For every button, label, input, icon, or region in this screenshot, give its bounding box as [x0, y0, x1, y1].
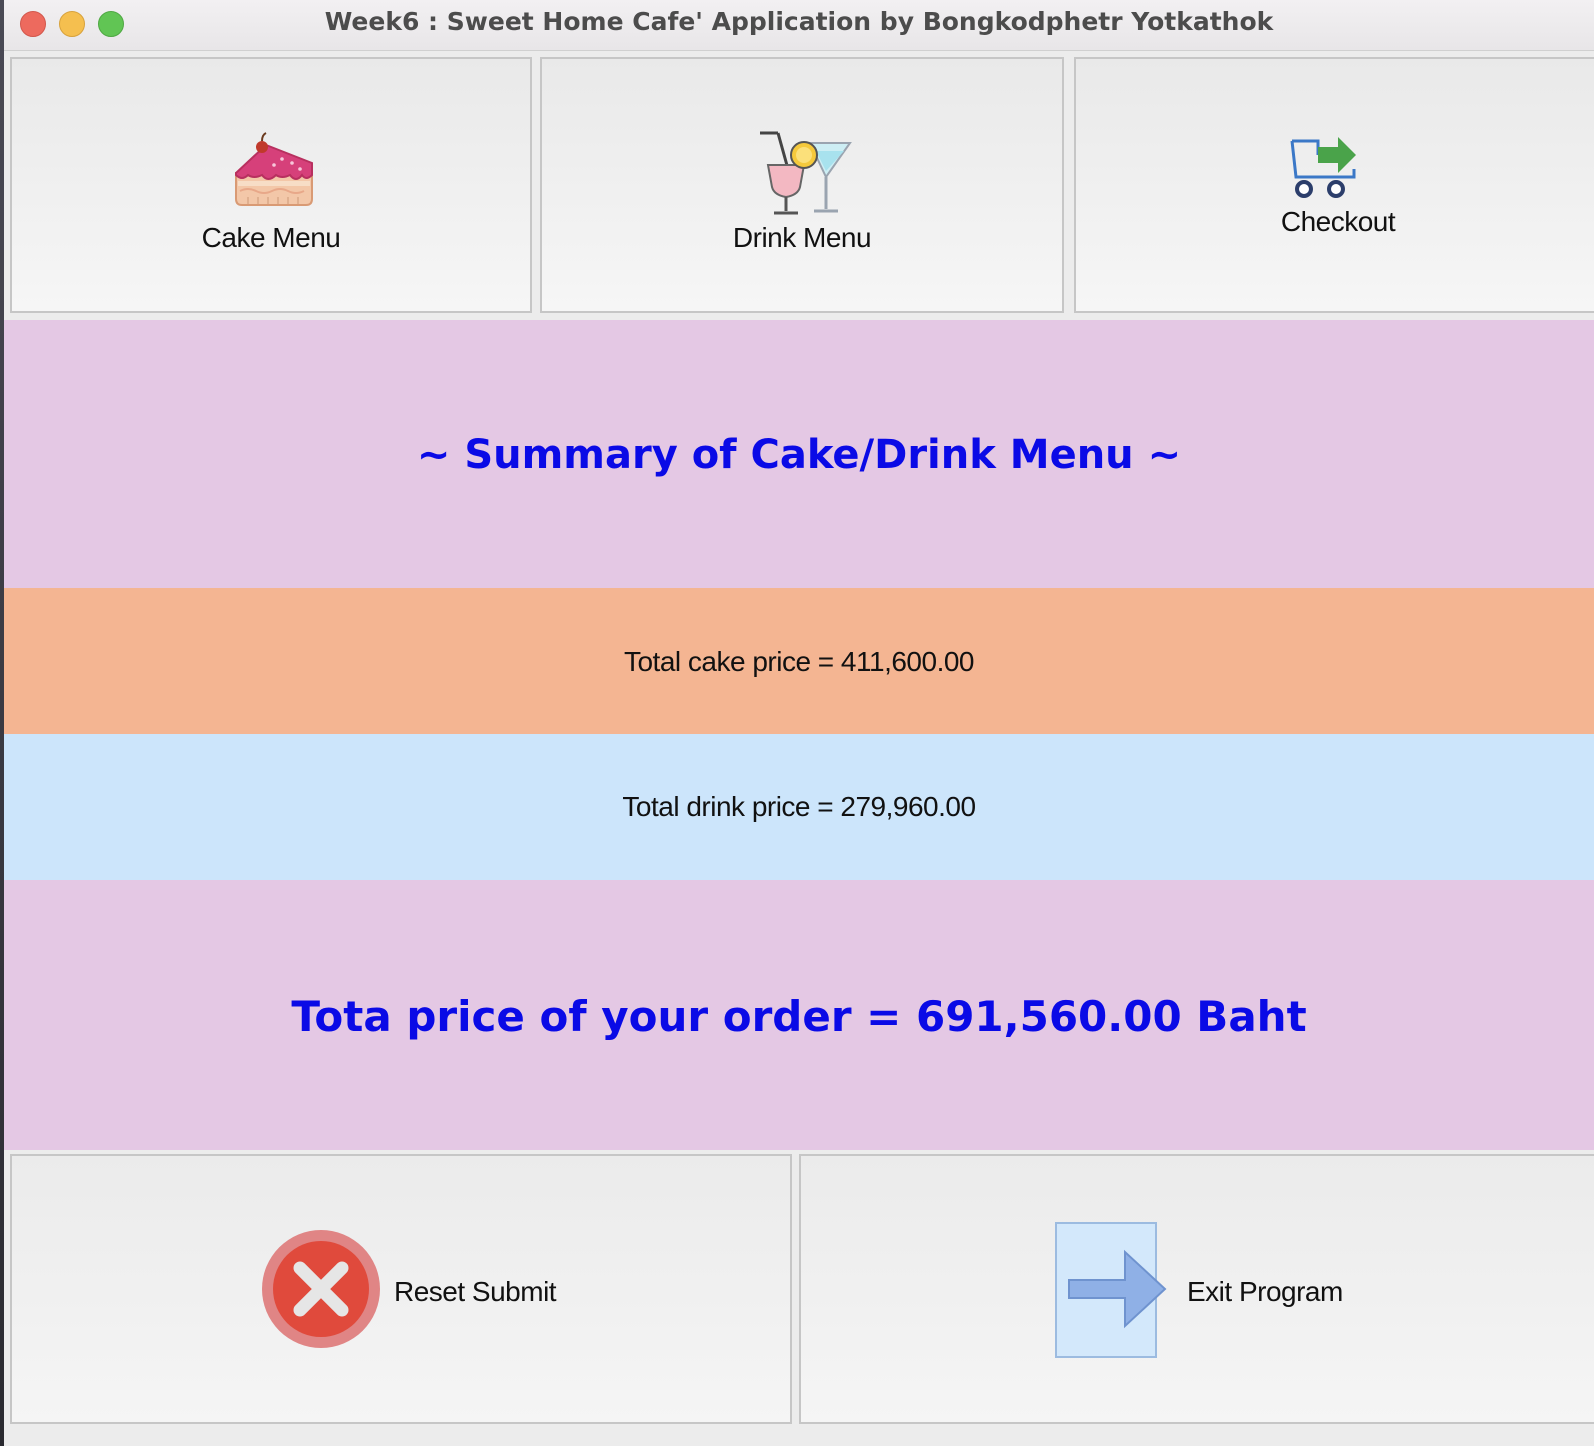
drink-total-panel: Total drink price = 279,960.00: [4, 734, 1594, 880]
cake-total-panel: Total cake price = 411,600.00: [4, 588, 1594, 734]
arrow-right-icon: [1055, 1222, 1167, 1358]
exit-program-label: Exit Program: [1187, 1276, 1343, 1307]
order-total-panel: Tota price of your order = 691,560.00 Ba…: [4, 880, 1594, 1150]
app-window: Week6 : Sweet Home Cafe' Application by …: [4, 0, 1594, 1446]
cake-slice-icon: [235, 132, 313, 206]
cart-checkout-icon: [1290, 137, 1356, 198]
summary-heading-panel: ~ Summary of Cake/Drink Menu ~: [4, 320, 1594, 588]
cake-menu-label: Cake Menu: [201, 222, 341, 253]
cake-total-label: Total cake price = 411,600.00: [623, 646, 975, 677]
cancel-x-icon: [262, 1230, 380, 1348]
cocktail-icon: [760, 131, 852, 215]
summary-heading: ~ Summary of Cake/Drink Menu ~: [416, 432, 1182, 478]
checkout-label: Checkout: [1280, 206, 1396, 237]
window-title: Week6 : Sweet Home Cafe' Application by …: [324, 7, 1274, 36]
reset-submit-label: Reset Submit: [394, 1276, 557, 1307]
order-total-label: Tota price of your order = 691,560.00 Ba…: [291, 992, 1307, 1041]
drink-menu-button[interactable]: Drink Menu: [540, 57, 1064, 313]
checkout-button[interactable]: Checkout: [1074, 57, 1594, 313]
exit-program-button[interactable]: Exit Program: [799, 1154, 1594, 1424]
drink-menu-label: Drink Menu: [732, 222, 872, 253]
reset-submit-button[interactable]: Reset Submit: [10, 1154, 792, 1424]
drink-total-label: Total drink price = 279,960.00: [622, 791, 976, 822]
cake-menu-button[interactable]: Cake Menu: [10, 57, 532, 313]
title-bar: Week6 : Sweet Home Cafe' Application by …: [4, 0, 1594, 51]
